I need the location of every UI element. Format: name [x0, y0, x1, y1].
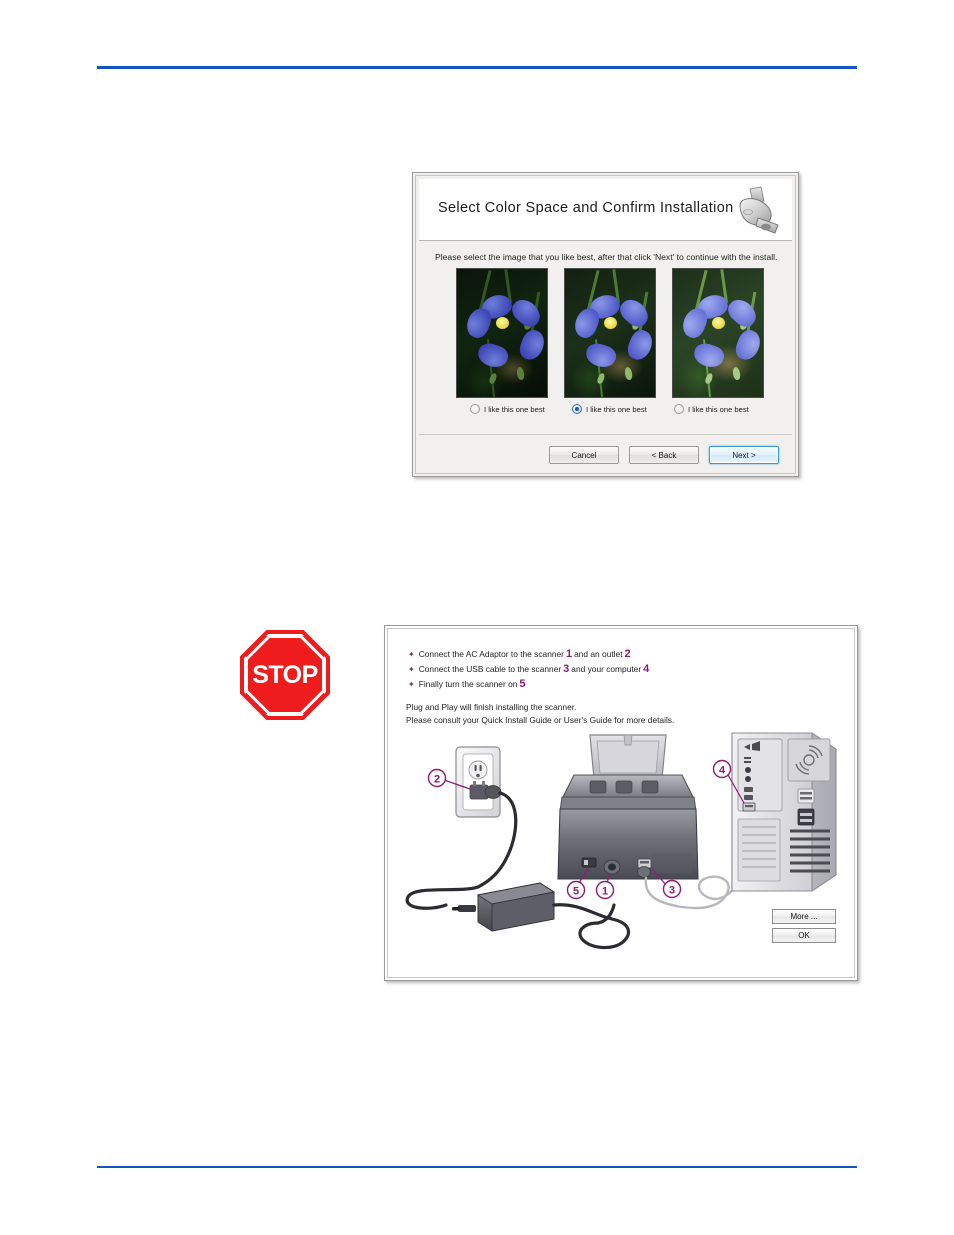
connect-dialog-inner-frame: ✦ Connect the AC Adaptor to the scanner 1 a…: [387, 628, 855, 978]
radio-label-1: I like this one best: [484, 404, 545, 414]
step-2-text-part1: Connect the USB cable to the scanner: [418, 664, 562, 674]
next-button[interactable]: Next >: [709, 446, 779, 464]
note-line-2: Please consult your Quick Install Guide …: [406, 715, 675, 725]
bullet-arrow-icon: ✦: [408, 650, 415, 659]
step-1-text-part1: Connect the AC Adaptor to the scanner: [418, 649, 564, 659]
svg-text:2: 2: [434, 774, 440, 786]
scanner-device: [557, 734, 699, 880]
cancel-button[interactable]: Cancel: [549, 446, 619, 464]
radio-label-2: I like this one best: [586, 404, 647, 414]
step-2-callout-2: 4: [643, 663, 650, 675]
computer-usb-port: [742, 802, 756, 812]
flower-thumbnail-2[interactable]: [564, 268, 656, 398]
page-header-rule: [97, 66, 857, 69]
more-button[interactable]: More ...: [772, 909, 836, 924]
stop-sign-graphic: STOP: [240, 630, 330, 720]
back-button[interactable]: < Back: [629, 446, 699, 464]
dialog-button-bar: Cancel < Back Next >: [549, 446, 779, 464]
svg-text:4: 4: [719, 765, 726, 777]
select-color-space-dialog: Select Color Space and Confirm Installat…: [412, 172, 799, 477]
radio-label-3: I like this one best: [688, 404, 749, 414]
scanner-icon: [728, 185, 782, 237]
color-space-options: I like this one best I like this one bes…: [456, 404, 764, 420]
note-line-1: Plug and Play will finish installing the…: [406, 702, 577, 712]
wall-outlet-group: [455, 746, 502, 818]
connect-scanner-dialog: ✦ Connect the AC Adaptor to the scanner 1 a…: [384, 625, 858, 981]
svg-text:3: 3: [669, 885, 675, 897]
connection-step-3: ✦ Finally turn the scanner on 5: [408, 677, 838, 692]
step-2-callout-1: 3: [563, 663, 570, 675]
radio-option-2[interactable]: I like this one best: [572, 404, 647, 414]
step-3-callout-1: 5: [519, 678, 526, 690]
page-title: Select Color Space and Confirm Installat…: [438, 200, 734, 216]
svg-text:5: 5: [573, 886, 579, 898]
scanner-power-port: [603, 859, 621, 875]
computer-tower: [731, 732, 837, 892]
connect-dialog-buttons: More ... OK: [772, 909, 836, 943]
stop-label: STOP: [252, 660, 318, 689]
step-1-callout-1: 1: [565, 648, 573, 660]
step-1-text-part2: and an outlet: [574, 649, 623, 659]
plug-and-play-note: Plug and Play will finish installing the…: [406, 701, 674, 727]
outlet-socket-top: [468, 760, 488, 780]
footer-divider: [419, 434, 792, 435]
flower-thumbnail-1[interactable]: [456, 268, 548, 398]
svg-text:1: 1: [602, 886, 608, 898]
flower-center: [712, 317, 725, 329]
fan-grille: [787, 738, 831, 782]
dc-connector: [458, 905, 476, 912]
flower-image-row: [456, 268, 764, 398]
step-2-text-part2: and your computer: [571, 664, 642, 674]
dialog-inner-frame: Select Color Space and Confirm Installat…: [415, 175, 796, 474]
stop-octagon: STOP: [240, 630, 330, 720]
radio-indicator-2[interactable]: [572, 404, 582, 414]
instruction-text: Please select the image that you like be…: [435, 252, 778, 262]
radio-option-3[interactable]: I like this one best: [674, 404, 749, 414]
expansion-slots: [737, 818, 781, 882]
dialog-header: Select Color Space and Confirm Installat…: [419, 179, 792, 241]
connection-step-2: ✦ Connect the USB cable to the scanner 3 an…: [408, 662, 838, 677]
step-3-text-part1: Finally turn the scanner on: [418, 679, 518, 689]
bullet-arrow-icon: ✦: [408, 680, 415, 689]
scanner-usb-port: [637, 858, 652, 878]
connection-steps-list: ✦ Connect the AC Adaptor to the scanner 1 a…: [408, 647, 838, 692]
ok-button[interactable]: OK: [772, 928, 836, 943]
flower-center: [604, 317, 617, 329]
connection-step-1: ✦ Connect the AC Adaptor to the scanner 1 a…: [408, 647, 838, 662]
bullet-arrow-icon: ✦: [408, 665, 415, 674]
usb-cable: [644, 875, 730, 910]
radio-option-1[interactable]: I like this one best: [470, 404, 545, 414]
step-1-callout-2: 2: [624, 648, 631, 660]
adapter-to-scanner-cable: [552, 903, 631, 950]
radio-indicator-3[interactable]: [674, 404, 684, 414]
flower-thumbnail-3[interactable]: [672, 268, 764, 398]
flower-center: [496, 317, 509, 329]
page-footer-rule: [97, 1166, 857, 1168]
radio-indicator-1[interactable]: [470, 404, 480, 414]
